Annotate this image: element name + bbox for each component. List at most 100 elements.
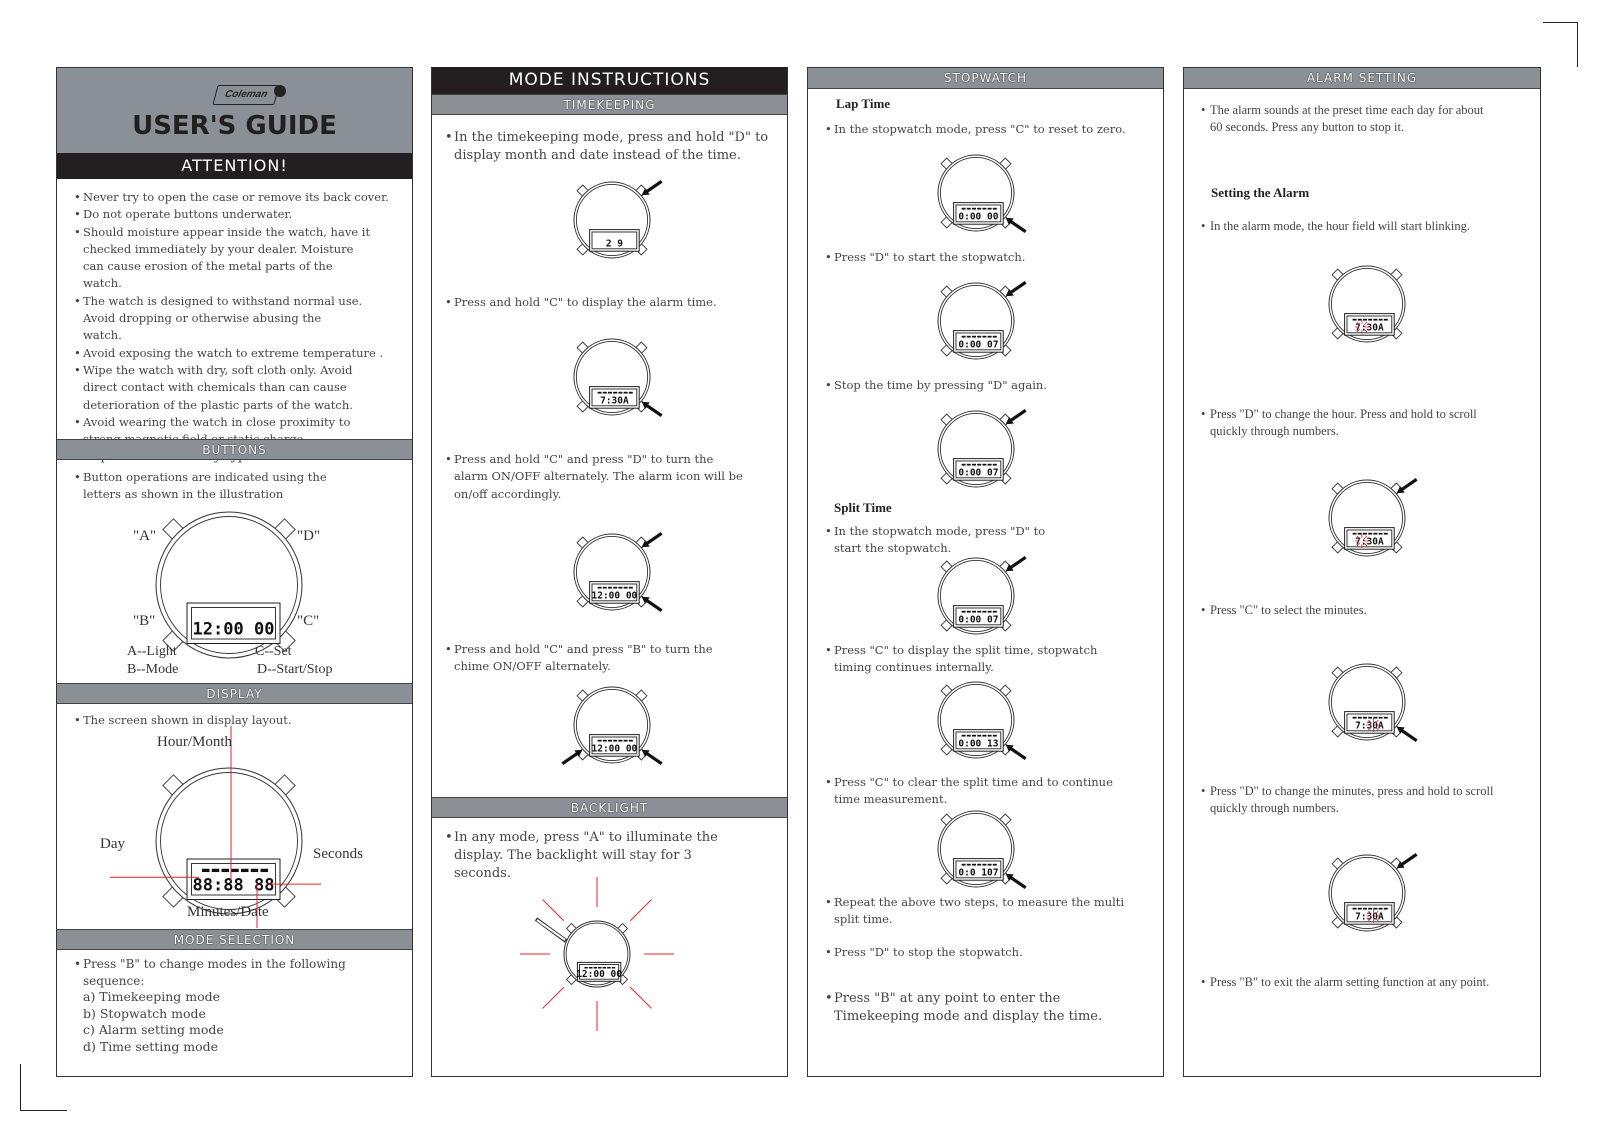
lcd-day-segment [966,863,971,866]
lcd-day-segment [1368,532,1373,535]
lcd-day-segment [211,868,220,873]
button-label-a: "A" [133,528,157,544]
watch-alarm-time: 7:30A [573,338,663,418]
press-arrow-icon [1399,477,1418,492]
lcd-day-segment [1352,716,1357,719]
mode-list-item: a) Timekeeping mode [83,989,221,1004]
lcd-day-segment [972,610,976,613]
lcd-day-segment [1363,716,1367,719]
step-text: Press and hold "C" and press "B" to turn… [445,641,745,676]
watch-case: 7:30A [1328,265,1406,343]
lcd-day-segment [1373,716,1378,719]
lcd-day-segment [1378,318,1383,321]
mode-list-item: c) Alarm setting mode [83,1022,224,1037]
lcd-day-segment [608,391,612,394]
lcd-day-segment [977,863,982,866]
lcd-day-segment [972,863,976,866]
press-arrow-icon [1008,408,1027,423]
alarm-step-2: Press "D" to change the hour. Press and … [1201,406,1511,441]
lcd-day-segment [961,207,966,210]
watch-alarm-toggle: 12:00 00 [573,531,663,613]
lcd-readout: 12:00 00 [576,969,622,980]
lcd-day-segment [987,463,992,466]
guide-title: USER'S GUIDE [132,111,337,141]
step-text: Press "D" to change the hour. Press and … [1201,406,1511,441]
watch-case: 12:00 00 [561,686,663,766]
lcd-day-segment [977,207,982,210]
watch-alarm-hour-change: 7:30A [1328,477,1418,557]
press-arrow-icon [1008,219,1027,234]
lap-step-2: Press "D" to start the stopwatch. [825,249,1155,267]
lcd-day-segment [982,463,987,466]
lcd-day-segment [1368,907,1373,910]
watch-case: 0:00 07 [937,280,1027,360]
attention-header: ATTENTION! [57,153,412,179]
step-text: Press "C" to select the minutes. [1201,602,1511,620]
watch-case: 7:30A [573,338,663,418]
lcd-day-segment [597,586,602,589]
stopwatch-header: STOPWATCH [808,68,1163,89]
lcd-day-segment [972,734,976,737]
setting-alarm-title: Setting the Alarm [1211,185,1310,200]
mode-list-item: d) Time setting mode [83,1038,219,1054]
watch-case: 7:30A [1328,852,1418,932]
step-text: In the stopwatch mode, press "D" to star… [825,523,1075,558]
attention-item: Never try to open the case or remove its… [74,189,404,207]
alarm-setting-header: ALARM SETTING [1184,68,1540,89]
watch-case: 0:00 00 [937,154,1027,234]
lcd-day-segment [613,391,618,394]
lcd-day-segment [202,868,210,873]
lcd-day-segment [623,391,628,394]
lcd-day-segment [977,734,982,737]
lcd-day-segment [961,863,966,866]
light-ray [542,986,565,1009]
panel-stopwatch: STOPWATCH Lap Time In the stopwatch mode… [807,67,1164,1077]
attention-item: Wipe the watch with dry, soft cloth only… [74,362,383,414]
lcd-day-segment [628,739,633,742]
panel-users-guide: Coleman USER'S GUIDE ATTENTION! Never tr… [56,67,413,1077]
lcd-day-segment [1373,318,1378,321]
lcd-day-segment [987,207,992,210]
watch-case: 12:00 00 [155,511,303,659]
step-text: Press and hold "C" to display the alarm … [445,294,780,312]
legend-b-mode: B--Mode [127,662,179,677]
button-label-d: "D" [297,528,321,544]
watch-case: 7:30A [1328,663,1418,743]
step-text: Repeat the above two steps, to measure t… [825,894,1125,929]
lcd-day-segment [961,335,966,338]
legend-d-start-stop: D--Start/Stop [257,662,333,677]
lcd-day-segment [1363,907,1367,910]
lcd-readout: 12:00 00 [592,590,638,601]
step-text: Press "C" to clear the split time and to… [825,774,1125,809]
lcd-day-segment [1352,907,1357,910]
lcd-day-segment [982,734,987,737]
watch-buttons-illustration: 12:00 00 [155,511,303,659]
watch-lap-start: 0:00 07 [937,280,1027,360]
step-text: In the alarm mode, the hour field will s… [1201,218,1521,236]
lcd-day-segment [602,739,607,742]
attention-list: Never try to open the case or remove its… [74,189,404,466]
lcd-day-segment [1357,532,1362,535]
attention-item: Avoid exposing the watch to extreme temp… [74,345,404,363]
mode-selection-text: Press "B" to change modes in the followi… [74,956,404,989]
watch-case: 7:30A [1328,477,1418,557]
final-step-1: Repeat the above two steps, to measure t… [825,894,1125,929]
lcd-day-segment [982,863,987,866]
display-text: The screen shown in display layout. [74,712,374,730]
watch-case: 0:00 07 [937,555,1027,635]
lcd-day-segment [602,391,607,394]
label-hour-month: Hour/Month [157,734,232,750]
press-arrow-icon [644,598,663,613]
press-arrow-icon [561,751,580,766]
lcd-readout: 7:30A [1355,911,1384,922]
press-arrow-icon [1399,852,1418,867]
lcd-day-segment [972,335,976,338]
lcd-day-segment [628,391,633,394]
title-block: Coleman USER'S GUIDE [57,68,412,153]
panel-mode-instructions: MODE INSTRUCTIONS TIMEKEEPING In the tim… [431,67,788,1077]
lcd-day-segment [977,463,982,466]
final-step-2: Press "D" to stop the stopwatch. [825,944,1125,962]
lcd-readout: 0:00 07 [958,614,998,625]
legend-a-light: A--Light [127,644,177,659]
lap-step-1: In the stopwatch mode, press "C" to rese… [825,121,1155,139]
